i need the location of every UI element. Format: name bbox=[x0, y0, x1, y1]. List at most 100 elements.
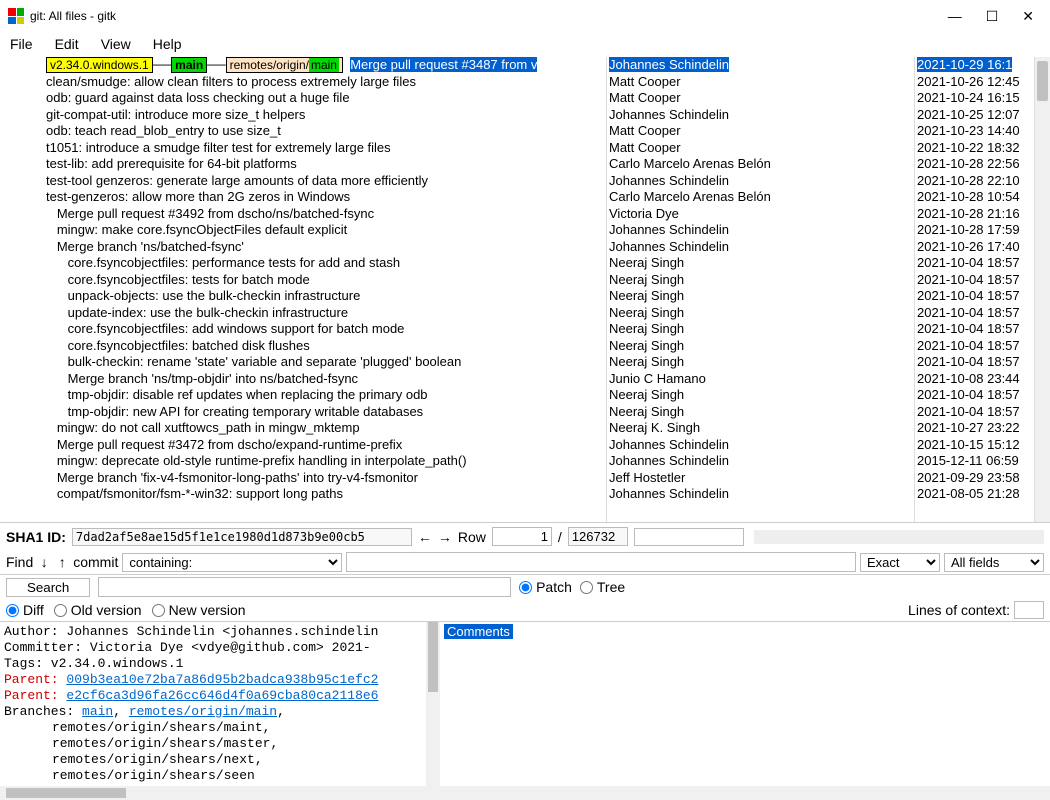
committer-line: Committer: Victoria Dye <vdye@github.com… bbox=[4, 640, 436, 656]
commit-row[interactable]: Merge branch 'ns/tmp-objdir' into ns/bat… bbox=[44, 371, 606, 388]
minimize-icon[interactable]: — bbox=[948, 8, 962, 25]
prev-arrow-icon[interactable]: ← bbox=[418, 529, 432, 545]
commit-row[interactable]: core.fsyncobjectfiles: batched disk flus… bbox=[44, 338, 606, 355]
commit-author: Johannes Schindelin bbox=[607, 239, 914, 256]
commit-author: Neeraj K. Singh bbox=[607, 420, 914, 437]
commit-subject: git-compat-util: introduce more size_t h… bbox=[46, 107, 305, 122]
tags-line: Tags: v2.34.0.windows.1 bbox=[4, 656, 436, 672]
commit-row[interactable]: update-index: use the bulk-checkin infra… bbox=[44, 305, 606, 322]
maximize-icon[interactable]: ☐ bbox=[986, 8, 999, 25]
find-input[interactable] bbox=[346, 552, 856, 572]
search-input[interactable] bbox=[98, 577, 511, 597]
commit-subject: core.fsyncobjectfiles: add windows suppo… bbox=[68, 321, 405, 336]
menu-file[interactable]: File bbox=[10, 36, 33, 52]
branch-link[interactable]: main bbox=[82, 704, 113, 719]
row-current-input[interactable] bbox=[492, 527, 552, 546]
commit-row[interactable]: core.fsyncobjectfiles: tests for batch m… bbox=[44, 272, 606, 289]
commit-subject: core.fsyncobjectfiles: performance tests… bbox=[68, 255, 400, 270]
window-title: git: All files - gitk bbox=[30, 9, 116, 23]
next-arrow-icon[interactable]: → bbox=[438, 529, 452, 545]
vertical-scrollbar[interactable] bbox=[1034, 57, 1050, 522]
commit-row[interactable]: Merge branch 'fix-v4-fsmonitor-long-path… bbox=[44, 470, 606, 487]
search-button[interactable]: Search bbox=[6, 578, 90, 597]
commit-row[interactable]: test-lib: add prerequisite for 64-bit pl… bbox=[44, 156, 606, 173]
commit-row[interactable]: core.fsyncobjectfiles: add windows suppo… bbox=[44, 321, 606, 338]
commit-row[interactable]: tmp-objdir: disable ref updates when rep… bbox=[44, 387, 606, 404]
new-version-radio[interactable]: New version bbox=[152, 602, 246, 618]
commit-subject: Merge branch 'ns/batched-fsync' bbox=[57, 239, 244, 254]
commit-date: 2021-10-08 23:44 bbox=[915, 371, 1034, 388]
bottom-panes: Author: Johannes Schindelin <johannes.sc… bbox=[0, 621, 1050, 786]
diff-radio[interactable]: Diff bbox=[6, 602, 44, 618]
commit-row[interactable]: compat/fsmonitor/fsm-*-win32: support lo… bbox=[44, 486, 606, 503]
commit-subject: mingw: do not call xutftowcs_path in min… bbox=[57, 420, 360, 435]
find-fields-select[interactable]: All fields bbox=[944, 553, 1044, 572]
branch-link[interactable]: remotes/origin/shears/maint bbox=[52, 720, 263, 735]
commit-row[interactable]: core.fsyncobjectfiles: performance tests… bbox=[44, 255, 606, 272]
date-column[interactable]: 2021-10-29 16:12021-10-26 12:452021-10-2… bbox=[914, 57, 1034, 522]
tree-radio[interactable]: Tree bbox=[580, 579, 625, 595]
detail-scrollbar[interactable] bbox=[426, 622, 440, 786]
menu-view[interactable]: View bbox=[101, 36, 131, 52]
lines-of-context-input[interactable] bbox=[1014, 601, 1044, 619]
parent1-link[interactable]: 009b3ea10e72ba7a86d95b2badca938b95c1efc2 bbox=[66, 672, 378, 687]
commit-author: Neeraj Singh bbox=[607, 354, 914, 371]
branch-link[interactable]: remotes/origin/shears/next bbox=[52, 752, 255, 767]
commit-row[interactable]: odb: teach read_blob_entry to use size_t bbox=[44, 123, 606, 140]
commit-row[interactable]: test-genzeros: allow more than 2G zeros … bbox=[44, 189, 606, 206]
local-ref[interactable]: main bbox=[171, 57, 207, 73]
commit-row[interactable]: Merge pull request #3492 from dscho/ns/b… bbox=[44, 206, 606, 223]
find-how-select[interactable]: containing: bbox=[122, 553, 342, 572]
commit-row[interactable]: unpack-objects: use the bulk-checkin inf… bbox=[44, 288, 606, 305]
commit-row[interactable]: t1051: introduce a smudge filter test fo… bbox=[44, 140, 606, 157]
commit-row[interactable]: odb: guard against data loss checking ou… bbox=[44, 90, 606, 107]
commit-date: 2021-10-22 18:32 bbox=[915, 140, 1034, 157]
find-match-select[interactable]: Exact bbox=[860, 553, 940, 572]
find-down-icon[interactable]: ↓ bbox=[37, 554, 51, 570]
commit-author: Neeraj Singh bbox=[607, 305, 914, 322]
subject-column[interactable]: v2.34.0.windows.1──main──remotes/origin/… bbox=[44, 57, 606, 522]
parent2-link[interactable]: e2cf6ca3d96fa26cc646d4f0a69cba80ca2118e6 bbox=[66, 688, 378, 703]
author-column[interactable]: Johannes Schindelin Matt Cooper Matt Coo… bbox=[606, 57, 914, 522]
commit-row[interactable]: tmp-objdir: new API for creating tempora… bbox=[44, 404, 606, 421]
commit-subject: odb: guard against data loss checking ou… bbox=[46, 90, 350, 105]
commit-row[interactable]: Merge pull request #3472 from dscho/expa… bbox=[44, 437, 606, 454]
commit-date: 2021-09-29 23:58 bbox=[915, 470, 1034, 487]
commit-row[interactable]: mingw: do not call xutftowcs_path in min… bbox=[44, 420, 606, 437]
commit-date: 2021-10-29 16:1 bbox=[915, 57, 1034, 74]
commit-row[interactable]: mingw: make core.fsyncObjectFiles defaul… bbox=[44, 222, 606, 239]
commit-subject: update-index: use the bulk-checkin infra… bbox=[68, 305, 348, 320]
commit-date: 2021-10-27 23:22 bbox=[915, 420, 1034, 437]
tag-ref[interactable]: v2.34.0.windows.1 bbox=[46, 57, 153, 73]
commit-detail-pane[interactable]: Author: Johannes Schindelin <johannes.sc… bbox=[0, 622, 440, 786]
title-bar: git: All files - gitk — ☐ ✕ bbox=[0, 0, 1050, 32]
commit-date: 2021-10-28 22:10 bbox=[915, 173, 1034, 190]
commit-row[interactable]: Merge branch 'ns/batched-fsync' bbox=[44, 239, 606, 256]
comments-item[interactable]: Comments bbox=[444, 624, 513, 639]
commit-row[interactable]: mingw: deprecate old-style runtime-prefi… bbox=[44, 453, 606, 470]
commit-subject: Merge branch 'ns/tmp-objdir' into ns/bat… bbox=[68, 371, 358, 386]
commit-row[interactable]: test-tool genzeros: generate large amoun… bbox=[44, 173, 606, 190]
lines-of-context-label: Lines of context: bbox=[908, 602, 1010, 618]
old-version-radio[interactable]: Old version bbox=[54, 602, 142, 618]
close-icon[interactable]: ✕ bbox=[1022, 8, 1034, 25]
find-up-icon[interactable]: ↑ bbox=[55, 554, 69, 570]
patch-radio[interactable]: Patch bbox=[519, 579, 572, 595]
commit-row[interactable]: git-compat-util: introduce more size_t h… bbox=[44, 107, 606, 124]
commit-date: 2021-10-04 18:57 bbox=[915, 387, 1034, 404]
detail-hscrollbar[interactable] bbox=[0, 786, 1050, 800]
branch-link[interactable]: remotes/origin/main bbox=[129, 704, 277, 719]
menu-edit[interactable]: Edit bbox=[55, 36, 79, 52]
branch-link[interactable]: remotes/origin/shears/seen bbox=[52, 768, 255, 783]
commit-date: 2021-10-04 18:57 bbox=[915, 288, 1034, 305]
commit-row[interactable]: bulk-checkin: rename 'state' variable an… bbox=[44, 354, 606, 371]
branch-link[interactable]: remotes/origin/shears/master bbox=[52, 736, 270, 751]
commit-row[interactable]: v2.34.0.windows.1──main──remotes/origin/… bbox=[44, 57, 606, 74]
commit-row[interactable]: clean/smudge: allow clean filters to pro… bbox=[44, 74, 606, 91]
file-list-pane[interactable]: Comments bbox=[440, 622, 1050, 786]
goto-input[interactable] bbox=[634, 528, 744, 546]
sha-input[interactable] bbox=[72, 528, 412, 546]
sha-row: SHA1 ID: ← → Row / 126732 bbox=[0, 522, 1050, 550]
menu-help[interactable]: Help bbox=[153, 36, 182, 52]
remote-ref[interactable]: remotes/origin/main bbox=[226, 57, 343, 73]
